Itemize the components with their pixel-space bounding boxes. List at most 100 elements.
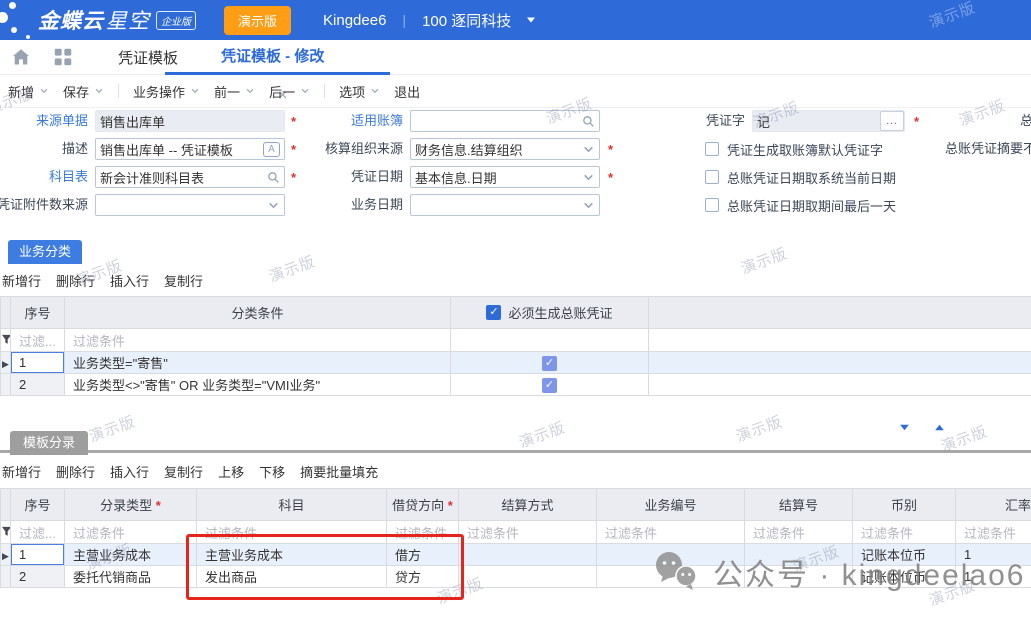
current-row-marker-icon: ▶ <box>2 359 9 369</box>
collapse-down-icon[interactable] <box>898 421 911 434</box>
tab-voucher-template[interactable]: 凭证模板 <box>118 47 178 68</box>
source-bill-field[interactable]: 销售出库单 <box>95 110 285 132</box>
direction-cell[interactable]: 借方 <box>387 544 459 566</box>
new-button[interactable]: 新增 <box>8 82 49 101</box>
move-up-button[interactable]: 上移 <box>218 462 244 481</box>
voucher-word-field[interactable]: 记 … <box>752 110 905 132</box>
filter-cell[interactable]: 过滤条件 <box>597 521 745 544</box>
currency-cell[interactable]: 记账本位币 <box>853 566 956 588</box>
filter-cell[interactable]: 过滤条件 <box>853 521 956 544</box>
app-grid-icon[interactable] <box>54 48 72 66</box>
seq-cell[interactable]: 2 <box>11 374 65 396</box>
business-date-select[interactable] <box>410 194 600 216</box>
col-header-currency: 币别 <box>853 489 956 521</box>
move-down-button[interactable]: 下移 <box>259 462 285 481</box>
header-checkbox-checked[interactable] <box>486 305 501 320</box>
required-asterisk: * <box>914 110 919 132</box>
filter-cell[interactable]: 过滤条件 <box>956 521 1031 544</box>
condition-cell[interactable]: 业务类型="寄售" <box>65 352 451 374</box>
batch-fill-summary-button[interactable]: 摘要批量填充 <box>300 462 378 481</box>
direction-cell[interactable]: 贷方 <box>387 566 459 588</box>
filter-cell-seq[interactable]: 过滤... <box>11 521 65 544</box>
chevron-down-icon <box>245 86 255 96</box>
row-checkbox-checked[interactable] <box>542 378 557 393</box>
tab-business-classification[interactable]: 业务分类 <box>8 240 82 264</box>
exchange-rate-cell[interactable]: 1 <box>956 566 1031 588</box>
copy-row-button[interactable]: 复制行 <box>164 271 203 290</box>
checkbox-label: 总账凭证日期取期间最后一天 <box>727 196 896 215</box>
collapse-up-icon[interactable] <box>933 421 946 434</box>
business-no-cell[interactable] <box>597 566 745 588</box>
chevron-down-icon[interactable] <box>582 171 595 184</box>
filter-cell[interactable]: 过滤条件 <box>65 521 197 544</box>
demo-version-button[interactable]: 演示版 <box>224 6 291 35</box>
settlement-no-cell[interactable] <box>745 544 853 566</box>
business-operation-button[interactable]: 业务操作 <box>133 82 200 101</box>
chevron-down-icon <box>190 86 200 96</box>
section-splitter[interactable] <box>0 450 1031 453</box>
home-icon[interactable] <box>12 48 30 66</box>
checkbox-unchecked[interactable] <box>705 198 719 212</box>
applicable-book-field[interactable] <box>410 110 600 132</box>
source-bill-label[interactable]: 来源单据 <box>0 110 88 132</box>
attachment-count-source-select[interactable] <box>95 194 285 216</box>
filter-cell-seq[interactable]: 过滤... <box>11 329 65 352</box>
insert-row-button[interactable]: 插入行 <box>110 271 149 290</box>
chevron-down-icon[interactable] <box>582 143 595 156</box>
previous-button[interactable]: 前一 <box>214 82 255 101</box>
filter-funnel-cell <box>1 521 11 544</box>
copy-row-button[interactable]: 复制行 <box>164 462 203 481</box>
voucher-date-select[interactable]: 基本信息.日期 <box>410 166 600 188</box>
condition-cell[interactable]: 业务类型<>"寄售" OR 业务类型="VMI业务" <box>65 374 451 396</box>
search-icon[interactable] <box>582 115 595 128</box>
filter-cell[interactable]: 过滤条件 <box>459 521 597 544</box>
account-cell[interactable]: 发出商品 <box>197 566 387 588</box>
description-field[interactable]: 销售出库单 -- 凭证模板A <box>95 138 285 160</box>
accounting-org-source-select[interactable]: 财务信息.结算组织 <box>410 138 600 160</box>
exit-button[interactable]: 退出 <box>394 82 420 101</box>
tab-template-entries[interactable]: 模板分录 <box>10 431 88 455</box>
seq-cell[interactable]: 1 <box>11 352 65 374</box>
subject-table-field[interactable]: 新会计准则科目表 <box>95 166 285 188</box>
add-row-button[interactable]: 新增行 <box>2 462 41 481</box>
text-edit-icon[interactable]: A <box>263 142 280 157</box>
settlement-no-cell[interactable] <box>745 566 853 588</box>
description-label: 描述 <box>0 138 88 160</box>
org-caret-down-icon[interactable] <box>525 14 537 26</box>
table-row: ▶ 1 主营业务成本 主营业务成本 借方 记账本位币 1 <box>1 544 1031 566</box>
filter-cell[interactable]: 过滤条件 <box>387 521 459 544</box>
entry-type-cell[interactable]: 主营业务成本 <box>65 544 197 566</box>
filter-cell[interactable]: 过滤条件 <box>197 521 387 544</box>
account-cell[interactable]: 主营业务成本 <box>197 544 387 566</box>
delete-row-button[interactable]: 删除行 <box>56 271 95 290</box>
exchange-rate-cell[interactable]: 1 <box>956 544 1031 566</box>
insert-row-button[interactable]: 插入行 <box>110 462 149 481</box>
seq-cell[interactable]: 1 <box>11 544 65 566</box>
options-button[interactable]: 选项 <box>339 82 380 101</box>
settlement-method-cell[interactable] <box>459 544 597 566</box>
delete-row-button[interactable]: 删除行 <box>56 462 95 481</box>
applicable-book-label[interactable]: 适用账簿 <box>295 110 403 132</box>
filter-cell-condition[interactable]: 过滤条件 <box>65 329 451 352</box>
more-options-button[interactable]: … <box>880 111 904 131</box>
checkbox-unchecked[interactable] <box>705 170 719 184</box>
seq-cell[interactable]: 2 <box>11 566 65 588</box>
required-asterisk: * <box>608 166 613 188</box>
tab-voucher-template-edit[interactable]: 凭证模板 - 修改 <box>211 40 436 74</box>
currency-cell[interactable]: 记账本位币 <box>853 544 956 566</box>
subject-table-label[interactable]: 科目表 <box>0 166 88 188</box>
settlement-method-cell[interactable] <box>459 566 597 588</box>
filter-cell[interactable] <box>451 329 649 352</box>
row-checkbox-checked[interactable] <box>542 356 557 371</box>
entry-type-cell[interactable]: 委托代销商品 <box>65 566 197 588</box>
save-button[interactable]: 保存 <box>63 82 104 101</box>
chevron-down-icon[interactable] <box>582 199 595 212</box>
business-no-cell[interactable] <box>597 544 745 566</box>
checkbox-unchecked[interactable] <box>705 142 719 156</box>
chevron-down-icon[interactable] <box>267 199 280 212</box>
filter-cell[interactable]: 过滤条件 <box>745 521 853 544</box>
search-icon[interactable] <box>267 171 280 184</box>
next-button[interactable]: 后一 <box>269 82 310 101</box>
add-row-button[interactable]: 新增行 <box>2 271 41 290</box>
organization-selector[interactable]: 100 逐同科技 <box>422 10 511 31</box>
